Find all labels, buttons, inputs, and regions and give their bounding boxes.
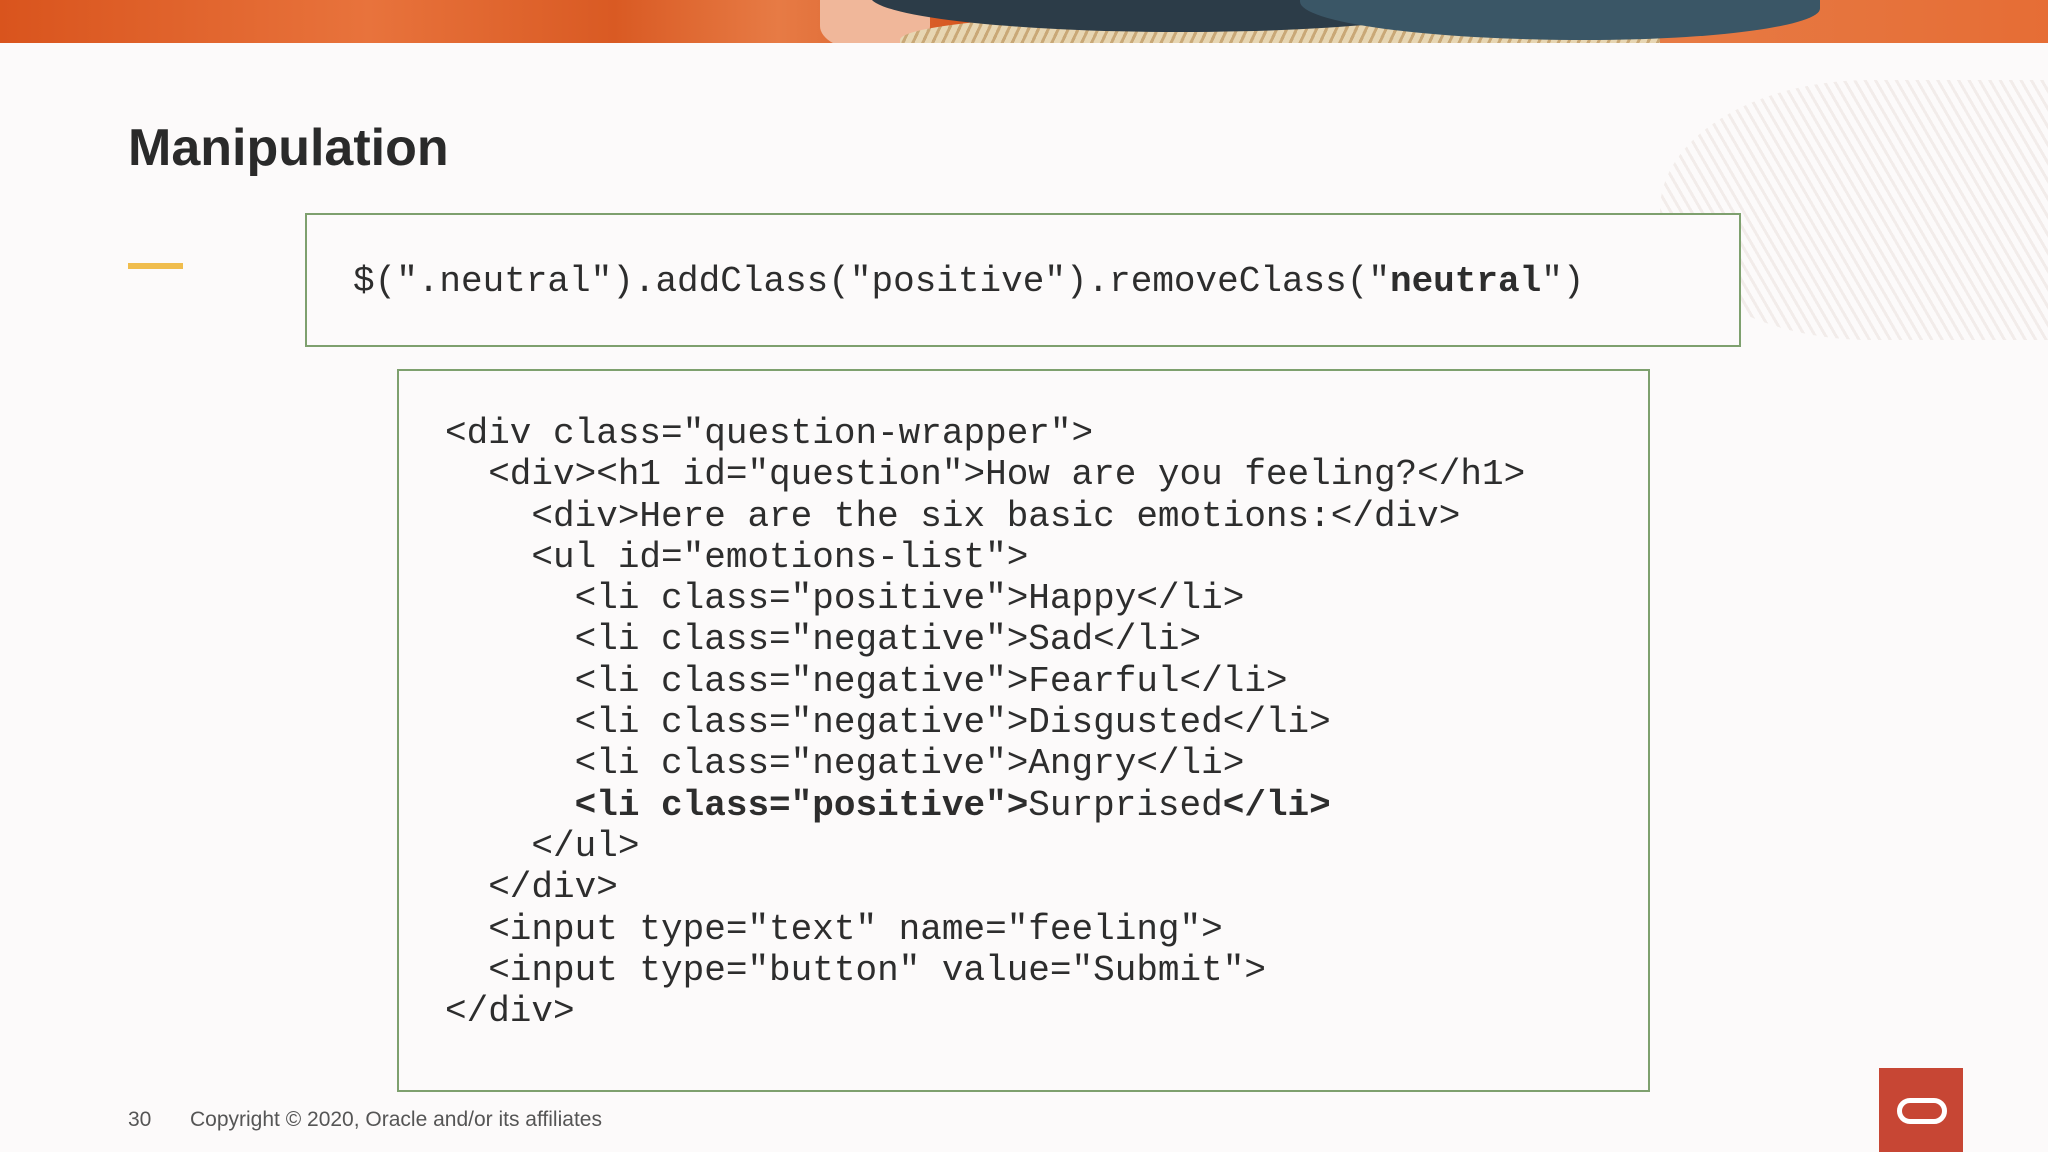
oracle-ring-icon — [1897, 1098, 1947, 1124]
code-text-bold: neutral — [1389, 261, 1542, 302]
code-line: <li class="negative">Sad</li> — [445, 619, 1202, 661]
code-line: <li class="negative">Disgusted</li> — [445, 702, 1331, 744]
code-normal: Surprised — [1028, 784, 1223, 826]
copyright-text: Copyright © 2020, Oracle and/or its affi… — [190, 1108, 602, 1131]
code-line: <li class="negative">Fearful</li> — [445, 660, 1288, 702]
code-bold-start: <li class="positive"> — [445, 784, 1029, 826]
decorative-banner — [0, 0, 2048, 43]
code-text: ") — [1541, 261, 1585, 302]
code-line: <ul id="emotions-list"> — [445, 536, 1029, 578]
code-line: <li class="positive">Happy</li> — [445, 578, 1245, 620]
code-text: $(".neutral").addClass("positive").remov… — [353, 261, 1390, 302]
slide-title: Manipulation — [128, 119, 449, 177]
code-line: <div>Here are the six basic emotions:</d… — [445, 495, 1461, 537]
code-line: <div class="question-wrapper"> — [445, 413, 1094, 454]
code-line: </div> — [445, 991, 575, 1033]
page-number: 30 — [128, 1108, 152, 1131]
code-line: </ul> — [445, 825, 640, 867]
code-line: <li class="negative">Angry</li> — [445, 743, 1245, 785]
code-line: <input type="text" name="feeling"> — [445, 908, 1223, 950]
code-line-highlight: <li class="positive">Surprised</li> — [445, 785, 1648, 826]
html-code-box: <div class="question-wrapper"> <div><h1 … — [397, 369, 1650, 1092]
accent-bar — [128, 263, 183, 269]
code-bold-end: </li> — [1222, 784, 1331, 826]
jquery-code-box: $(".neutral").addClass("positive").remov… — [305, 213, 1741, 347]
code-line: <div><h1 id="question">How are you feeli… — [445, 454, 1526, 496]
code-line: </div> — [445, 867, 618, 909]
oracle-logo-icon — [1879, 1068, 1963, 1152]
code-line: <input type="button" value="Submit"> — [445, 949, 1266, 991]
